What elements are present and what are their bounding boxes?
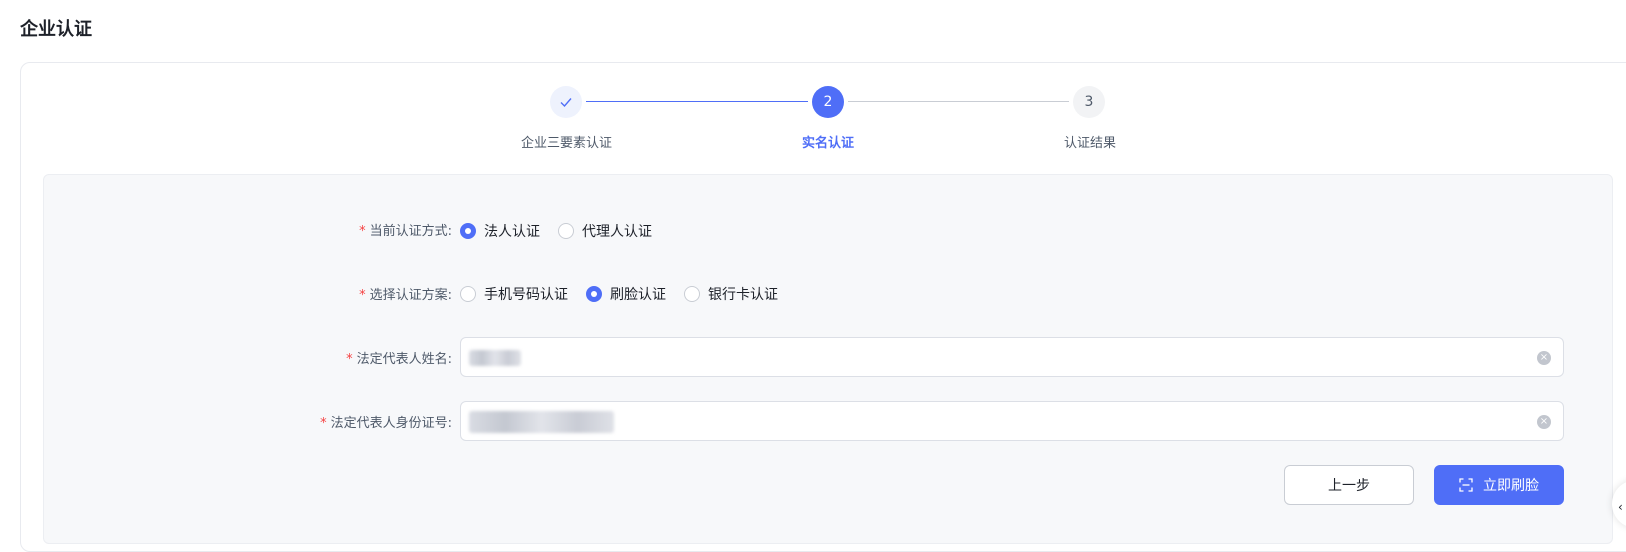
face-scan-icon [1459,478,1473,492]
step-connector-1 [586,101,808,102]
auth-method-label: * 当前认证方式: [359,224,452,239]
floating-icon: ‹ [1618,500,1623,514]
radio-agent[interactable]: 代理人认证 [558,221,652,241]
radio-bank-card-auth[interactable]: 银行卡认证 [684,284,778,304]
masked-value [469,350,521,366]
legal-rep-id-label: * 法定代表人身份证号: [320,416,452,431]
step-1-check-icon [550,86,582,118]
steps-bar: 2 3 企业三要素认证 实名认证 认证结果 [0,0,1626,160]
radio-phone-auth[interactable]: 手机号码认证 [460,284,568,304]
step-3-indicator: 3 [1073,86,1105,118]
auth-plan-radio-group: 手机号码认证 刷脸认证 银行卡认证 [460,284,796,304]
step-connector-2 [848,101,1069,102]
radio-face-auth[interactable]: 刷脸认证 [586,284,666,304]
step-2-indicator: 2 [812,86,844,118]
start-face-scan-button[interactable]: 立即刷脸 [1434,465,1564,505]
legal-rep-id-input[interactable]: × [460,401,1564,441]
legal-rep-name-input[interactable]: × [460,337,1564,377]
radio-unchecked-icon[interactable] [684,286,700,302]
prev-step-button[interactable]: 上一步 [1284,465,1414,505]
masked-value [469,411,614,433]
clear-icon[interactable]: × [1537,351,1551,365]
auth-method-radio-group: 法人认证 代理人认证 [460,221,670,241]
auth-plan-label: * 选择认证方案: [359,288,452,303]
step-2-label: 实名认证 [802,136,855,151]
required-mark: * [359,288,366,303]
legal-rep-name-label: * 法定代表人姓名: [346,352,452,367]
required-mark: * [320,416,327,431]
required-mark: * [346,352,353,367]
clear-icon[interactable]: × [1537,415,1551,429]
radio-unchecked-icon[interactable] [460,286,476,302]
radio-checked-icon[interactable] [460,223,476,239]
step-3-label: 认证结果 [1064,136,1117,151]
required-mark: * [359,224,366,239]
start-face-scan-label: 立即刷脸 [1483,478,1539,494]
radio-unchecked-icon[interactable] [558,223,574,239]
radio-legal-person[interactable]: 法人认证 [460,221,540,241]
radio-checked-icon[interactable] [586,286,602,302]
step-1-label: 企业三要素认证 [521,136,613,151]
